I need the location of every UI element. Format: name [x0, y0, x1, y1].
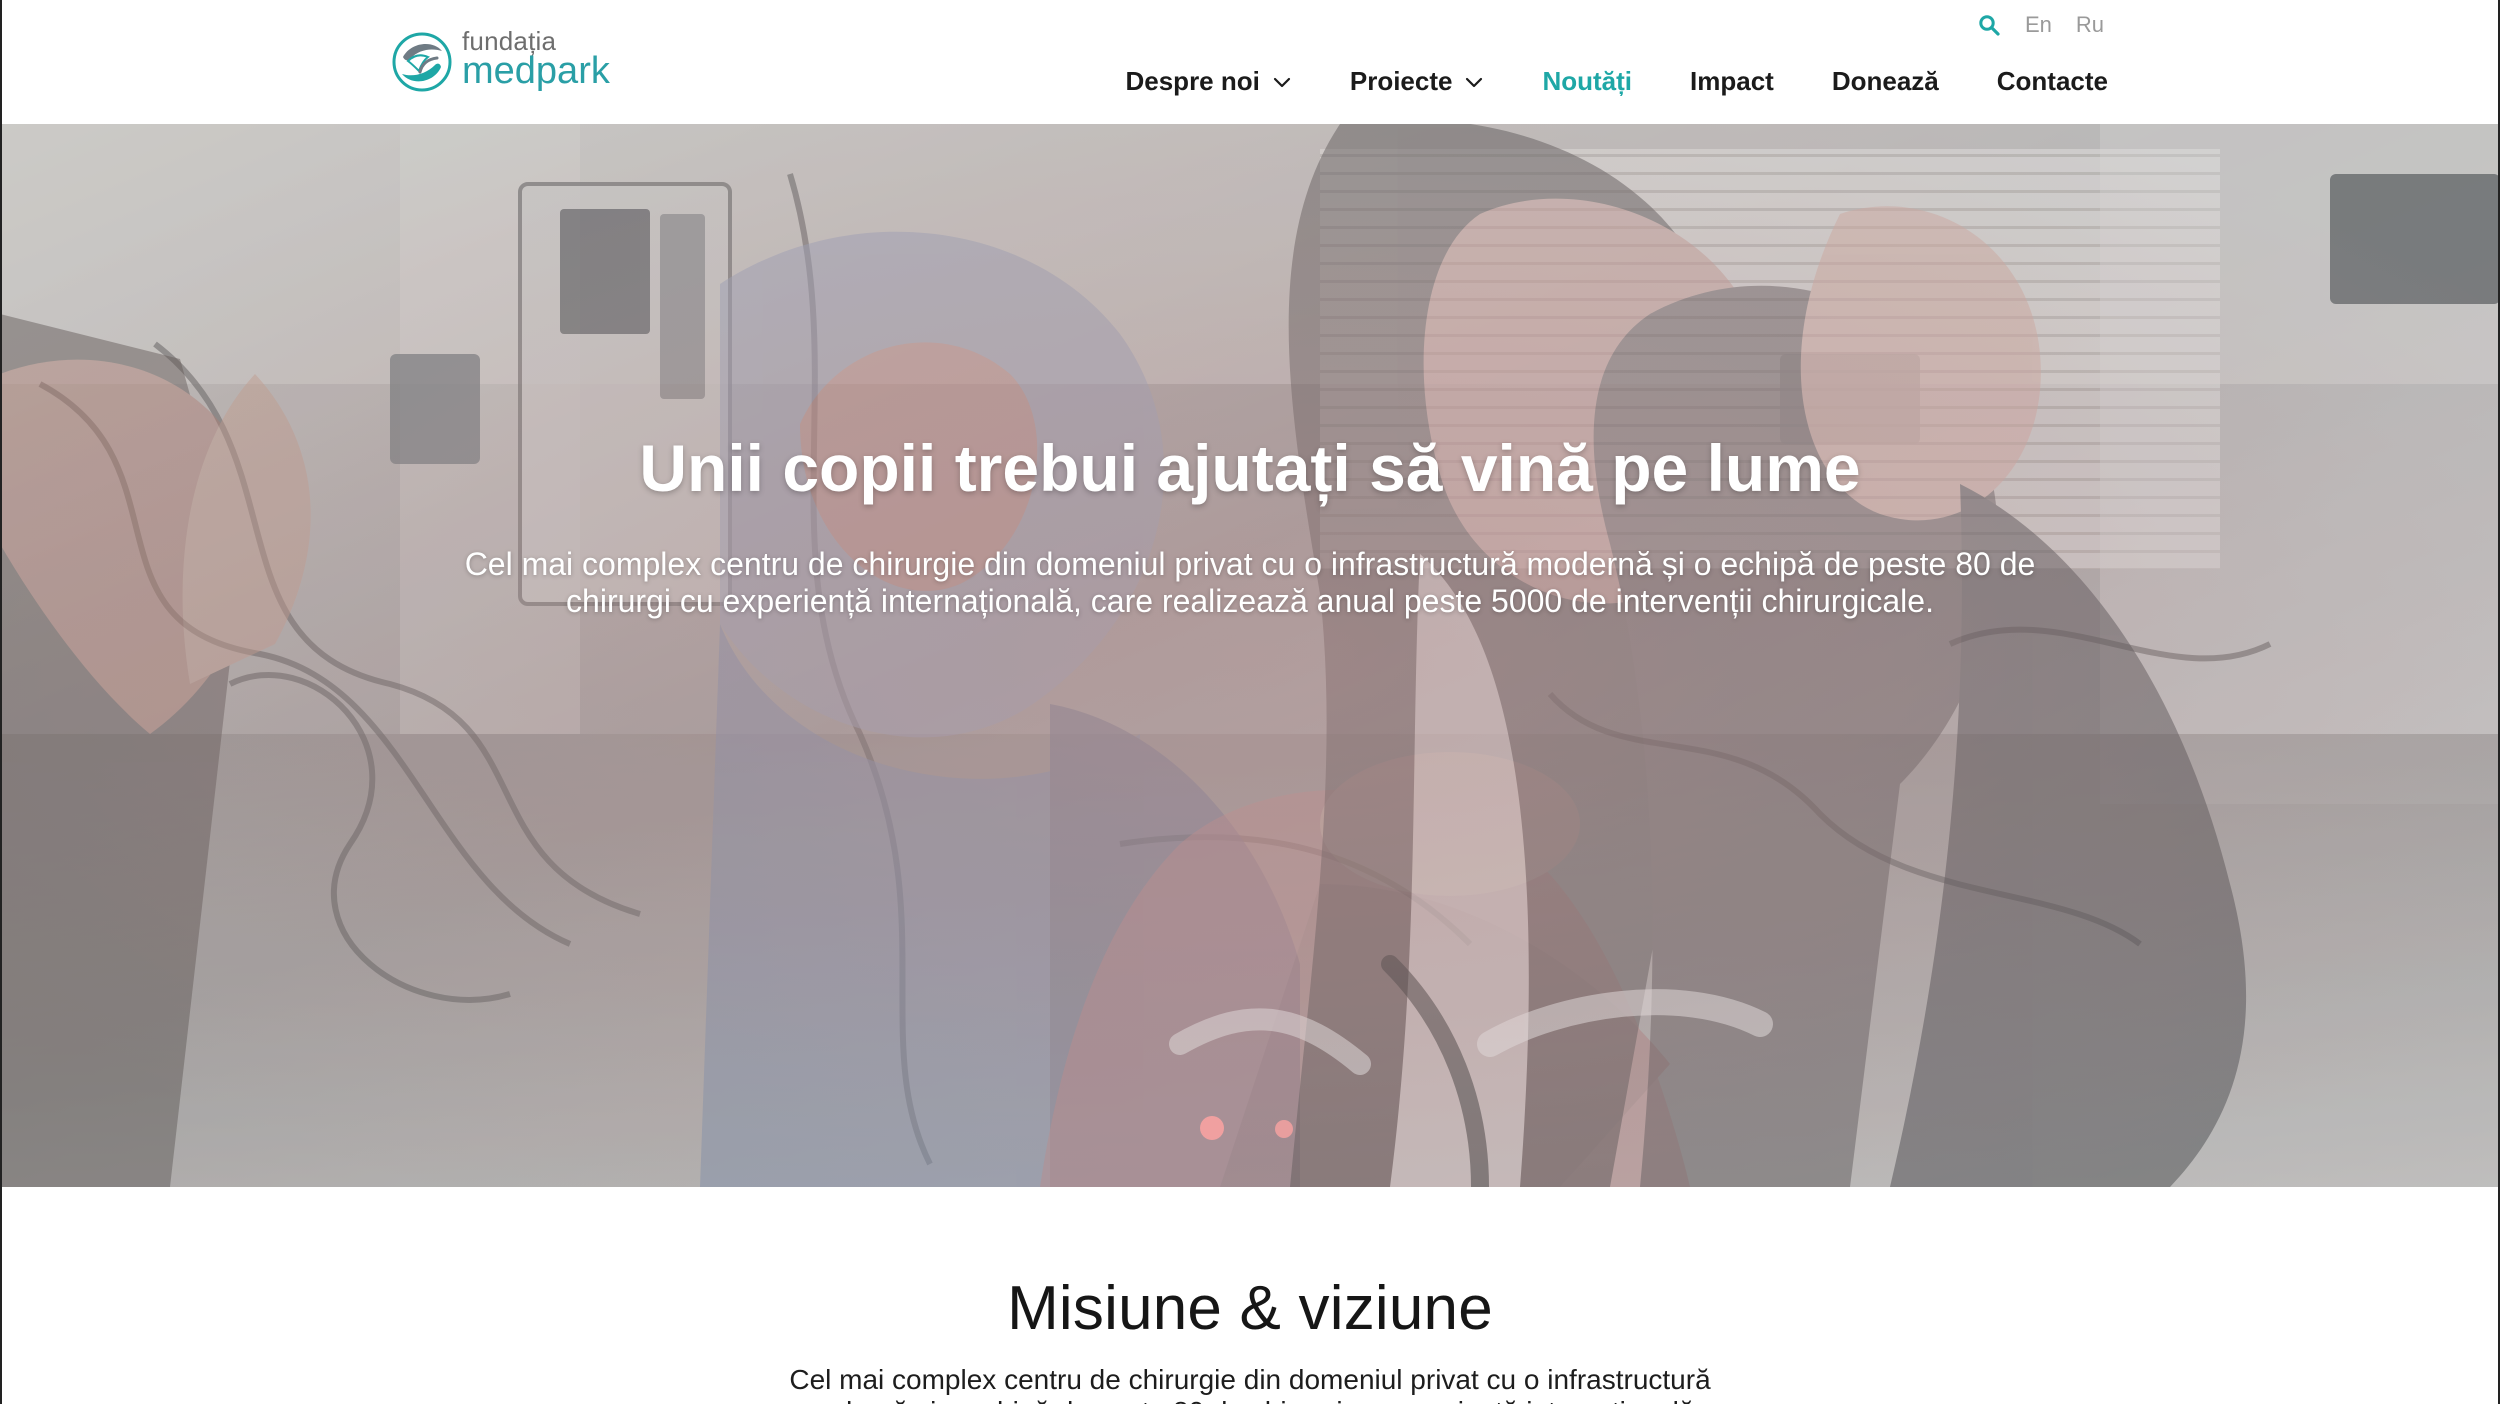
nav-label-proiecte: Proiecte: [1349, 66, 1453, 96]
nav-item-doneaza[interactable]: Donează: [1832, 66, 1939, 97]
mission-title: Misiune & viziune: [1007, 1274, 1493, 1344]
mission-description: Cel mai complex centru de chirurgie din …: [789, 1364, 1711, 1404]
slider-dot-2[interactable]: [1275, 1120, 1293, 1138]
medpark-logo[interactable]: fundația medpark: [390, 26, 630, 96]
language-search-bar: En Ru: [1977, 12, 2104, 38]
nav-label-doneaza: Donează: [1831, 66, 1939, 96]
nav-item-contacte[interactable]: Contacte: [1997, 66, 2108, 97]
slider-pagination: [1200, 1116, 1300, 1146]
medpark-logo-icon: [392, 32, 452, 92]
chevron-down-icon: [1273, 77, 1290, 87]
slider-dot-1[interactable]: [1200, 1116, 1224, 1140]
nav-label-noutati: Noutăți: [1542, 66, 1633, 96]
hero-description: Cel mai complex centru de chirurgie din …: [464, 546, 2036, 619]
nav-item-impact[interactable]: Impact: [1690, 66, 1774, 97]
search-icon[interactable]: [1977, 13, 2001, 37]
language-en[interactable]: En: [2025, 12, 2052, 38]
nav-label-impact: Impact: [1690, 66, 1774, 96]
site-header: fundația medpark En Ru Despre noi Proiec…: [0, 0, 2500, 124]
nav-item-despre-noi[interactable]: Despre noi: [1125, 66, 1291, 97]
nav-label-contacte: Contacte: [1996, 66, 2108, 96]
left-window-edge: [0, 0, 2, 1404]
nav-item-proiecte[interactable]: Proiecte: [1350, 66, 1485, 97]
main-navigation: Despre noi Proiecte Noutăți Impact Donea…: [1125, 66, 2108, 97]
language-ru[interactable]: Ru: [2076, 12, 2104, 38]
chevron-down-icon: [1466, 77, 1483, 87]
hero-background-image: [0, 124, 2500, 1187]
hero-title: Unii copii trebui ajutați să vină pe lum…: [639, 431, 1861, 506]
hero-slider: Unii copii trebui ajutați să vină pe lum…: [0, 124, 2500, 1187]
nav-item-noutati[interactable]: Noutăți: [1542, 66, 1632, 97]
website-page: fundația medpark En Ru Despre noi Proiec…: [0, 0, 2500, 1404]
nav-label-despre-noi: Despre noi: [1125, 66, 1260, 96]
logo-brand-text: medpark: [462, 50, 610, 92]
